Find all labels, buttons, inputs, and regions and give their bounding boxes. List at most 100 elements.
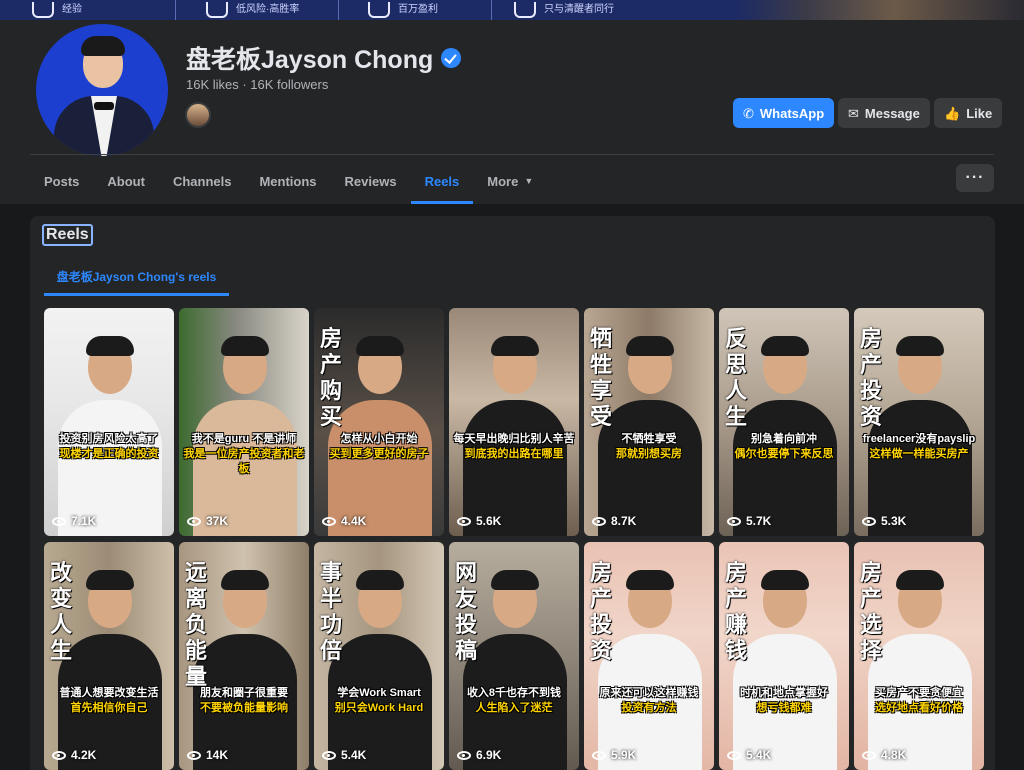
reel-person-hair (626, 570, 674, 590)
reel-caption-line-2: 偶尔也要停下来反思 (734, 448, 834, 460)
page-name: 盘老板Jayson Chong (186, 46, 434, 74)
tab-reviews[interactable]: Reviews (331, 158, 411, 204)
reel-view-count: 5.3K (862, 514, 906, 528)
cover-divider (338, 0, 339, 20)
reel-caption: 普通人想要改变生活 首先相信你自己 (48, 686, 170, 716)
reel-caption-line-1: freelancer没有payslip (862, 433, 976, 445)
reel-caption-line-2: 人生陷入了迷茫 (475, 702, 553, 714)
reel-view-count: 4.4K (322, 514, 366, 528)
reel-view-count-text: 8.7K (611, 514, 637, 528)
messenger-icon: ✉ (848, 105, 859, 121)
reel-thumbnail[interactable]: 网友投稿 收入8千也存不到钱 人生陷入了迷茫 6.9K (449, 542, 579, 770)
reel-thumbnail[interactable]: 事半功倍 学会Work Smart 别只会Work Hard 5.4K (314, 542, 444, 770)
reel-view-count: 4.8K (862, 748, 906, 762)
reel-caption: 不牺牲享受 那就别想买房 (588, 432, 710, 462)
reel-vertical-title: 房产投资 (590, 560, 613, 664)
reel-thumbnail[interactable]: 房产购买 怎样从小白开始 买到更多更好的房子 4.4K (314, 308, 444, 536)
reels-heading: Reels (42, 224, 93, 246)
profile-avatar[interactable] (32, 20, 172, 160)
like-button-label: Like (966, 105, 993, 121)
reel-caption-line-2: 到底我的出路在哪里 (464, 448, 564, 460)
reel-person-hair (761, 336, 809, 356)
reel-thumbnail[interactable]: 房产投资原来还可以这样赚钱 投资有方法 5.9K (584, 542, 714, 770)
more-options-button[interactable]: ··· (956, 164, 994, 192)
reel-thumbnail[interactable]: 房产投资 freelancer没有payslip 这样做一样能买房产 5.3K (854, 308, 984, 536)
reel-caption-line-2: 别只会Work Hard (334, 702, 424, 714)
eye-icon (862, 750, 876, 760)
subtab-page-reels[interactable]: 盘老板Jayson Chong's reels (44, 256, 229, 296)
reel-caption-line-1: 我不是guru 不是讲师 (191, 433, 297, 445)
shield-icon (32, 2, 54, 18)
reel-person-hair (896, 336, 944, 356)
cover-feature-text: 经验 (62, 4, 82, 15)
reel-vertical-title: 网友投稿 (455, 560, 478, 664)
reel-caption-line-2: 首先相信你自己 (70, 702, 148, 714)
reel-caption: 原来还可以这样赚钱 投资有方法 (588, 686, 710, 716)
reel-person-hair (626, 336, 674, 356)
reel-thumbnail[interactable]: 牺牲享受 不牺牲享受 那就别想买房 8.7K (584, 308, 714, 536)
tab-mentions[interactable]: Mentions (245, 158, 330, 204)
reel-thumbnail[interactable]: 投资别房风险太高了 现楼才是正确的投资 7.1K (44, 308, 174, 536)
reel-person-hair (221, 336, 269, 356)
tab-more[interactable]: More ▼ (473, 158, 547, 204)
follower-avatar[interactable] (185, 102, 211, 128)
reel-vertical-title: 牺牲享受 (590, 326, 613, 430)
reel-vertical-title: 远离负能量 (185, 560, 208, 690)
reel-person-hair (356, 570, 404, 590)
whatsapp-button[interactable]: ✆ WhatsApp (733, 98, 835, 128)
reel-view-count: 7.1K (52, 514, 96, 528)
reels-panel: Reels 盘老板Jayson Chong's reels 投资别房风险太高了现… (30, 216, 995, 770)
reel-view-count-text: 5.9K (611, 748, 637, 762)
reel-person-hair (491, 570, 539, 590)
eye-icon (322, 750, 336, 760)
reel-caption: 别急着向前冲 偶尔也要停下来反思 (723, 432, 845, 462)
reel-view-count-text: 4.8K (881, 748, 907, 762)
eye-icon (457, 750, 471, 760)
cover-feature-text: 百万盈利 (398, 4, 438, 15)
reel-view-count-text: 4.4K (341, 514, 367, 528)
group-icon (514, 2, 536, 18)
likes-followers-count[interactable]: 16K likes · 16K followers (186, 77, 328, 92)
reel-caption-line-1: 投资别房风险太高了 (59, 433, 159, 445)
reel-caption: 怎样从小白开始 买到更多更好的房子 (318, 432, 440, 462)
cover-feature: 百万盈利 (368, 0, 438, 20)
reel-caption-line-1: 不牺牲享受 (621, 433, 677, 445)
cover-photo-image (734, 0, 1024, 20)
reel-view-count-text: 4.2K (71, 748, 97, 762)
reel-person-hair (86, 336, 134, 356)
tab-reels[interactable]: Reels (410, 158, 474, 204)
cover-feature: 低风险·高胜率 (206, 0, 299, 20)
reel-thumbnail[interactable]: 房产选择 买房产不要贪便宜 选好地点看好价格 4.8K (854, 542, 984, 770)
reel-thumbnail[interactable]: 改变人生 普通人想要改变生活 首先相信你自己 4.2K (44, 542, 174, 770)
reel-caption-line-1: 普通人想要改变生活 (59, 687, 159, 699)
reel-thumbnail[interactable]: 房产赚钱 时机和地点掌握好 想亏钱都难 5.4K (719, 542, 849, 770)
cover-divider (491, 0, 492, 20)
reel-caption: 投资别房风险太高了 现楼才是正确的投资 (48, 432, 170, 462)
message-button[interactable]: ✉ Message (838, 98, 930, 128)
reel-thumbnail[interactable]: 我不是guru 不是讲师 我是一位房产投资者和老板 37K (179, 308, 309, 536)
reel-caption-line-1: 买房产不要贪便宜 (875, 687, 963, 699)
reel-view-count: 5.4K (322, 748, 366, 762)
tab-label: More (487, 173, 519, 189)
reel-view-count: 14K (187, 748, 228, 762)
reel-view-count-text: 37K (206, 514, 229, 528)
tab-about[interactable]: About (93, 158, 159, 204)
cover-photo: 经验 低风险·高胜率 百万盈利 只与清醒者同行 (0, 0, 1024, 20)
reel-thumbnail[interactable]: 远离负能量 朋友和圈子很重要 不要被负能量影响 14K (179, 542, 309, 770)
reel-thumbnail[interactable]: 反思人生 别急着向前冲 偶尔也要停下来反思 5.7K (719, 308, 849, 536)
eye-icon (52, 750, 66, 760)
bar-chart-icon (368, 2, 390, 18)
tab-channels[interactable]: Channels (159, 158, 246, 204)
tab-posts[interactable]: Posts (30, 158, 93, 204)
thumbs-up-icon: 👍 (944, 105, 961, 121)
cover-feature-text: 低风险·高胜率 (236, 4, 300, 15)
reel-thumbnail[interactable]: 每天早出晚归比别人辛苦 到底我的出路在哪里 5.6K (449, 308, 579, 536)
cover-feature: 经验 (32, 0, 82, 20)
reel-view-count: 5.7K (727, 514, 771, 528)
whatsapp-button-label: WhatsApp (759, 105, 825, 121)
cover-divider (175, 0, 176, 20)
building-icon (206, 2, 228, 18)
message-button-label: Message (864, 105, 920, 121)
like-button[interactable]: 👍 Like (934, 98, 1003, 128)
reel-view-count: 6.9K (457, 748, 501, 762)
